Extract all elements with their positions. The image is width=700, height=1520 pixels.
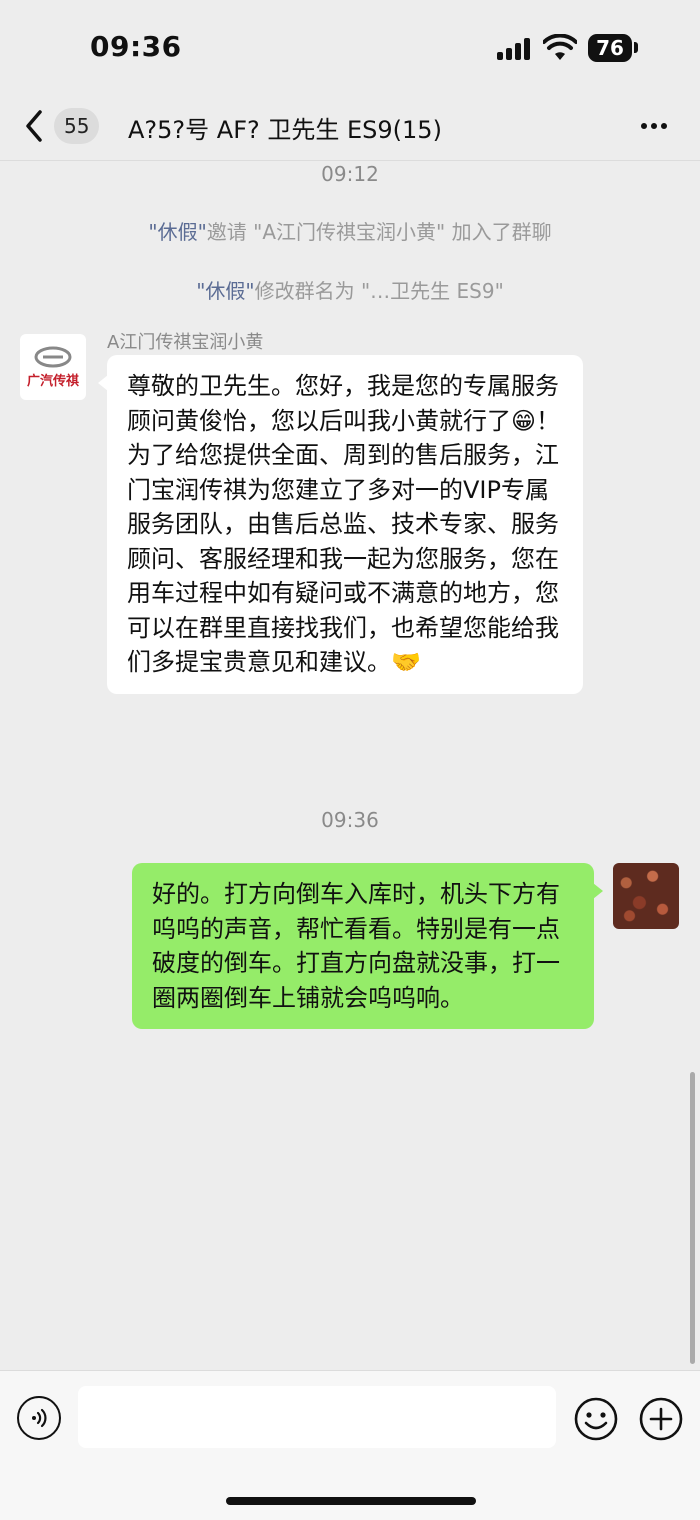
sender-name: A江门传祺宝润小黄 [107, 332, 264, 353]
battery-tip [634, 42, 638, 53]
more-button[interactable] [634, 106, 674, 146]
back-button[interactable]: 55 [20, 104, 110, 148]
chevron-left-icon [26, 110, 42, 142]
system-message: "休假"修改群名为 "…卫先生 ES9" [0, 275, 700, 304]
voice-icon [32, 1408, 47, 1428]
battery-icon: 76 [588, 34, 632, 62]
message-input[interactable] [78, 1386, 556, 1448]
signal-icon [497, 38, 533, 60]
system-actor[interactable]: "休假" [196, 279, 254, 303]
chat-header: 55 A?5?号 AF? 卫先生 ES9(15) [0, 96, 700, 161]
unread-count-badge: 55 [54, 108, 100, 144]
gac-logo-icon [34, 346, 72, 367]
emoji-icon[interactable] [573, 1396, 619, 1442]
incoming-message-bubble[interactable]: 尊敬的卫先生。您好，我是您的专属服务顾问黄俊怡，您以后叫我小黄就行了😁！为了给您… [98, 355, 583, 694]
status-time: 09:36 [90, 30, 182, 63]
plus-icon[interactable] [638, 1396, 684, 1442]
outgoing-message-bubble[interactable]: 好的。打方向倒车入库时，机头下方有呜呜的声音，帮忙看看。特别是有一点破度的倒车。… [132, 863, 603, 1029]
system-actor[interactable]: "休假" [148, 220, 206, 244]
status-bar: 09:36 76 [0, 0, 700, 96]
avatar[interactable]: 广汽传祺 [20, 334, 86, 400]
home-indicator [226, 1497, 476, 1505]
voice-button[interactable] [17, 1396, 61, 1440]
timestamp: 09:36 [321, 808, 379, 832]
scrollbar[interactable] [690, 1072, 695, 1364]
system-message: "休假"邀请 "A江门传祺宝润小黄" 加入了群聊 [0, 216, 700, 245]
avatar[interactable] [613, 863, 679, 929]
system-text: 修改群名为 "…卫先生 ES9" [254, 279, 504, 303]
avatar-logo-text: 广汽传祺 [26, 373, 79, 389]
ellipsis-icon [641, 123, 647, 129]
input-bar [0, 1370, 700, 1520]
system-text: 邀请 "A江门传祺宝润小黄" 加入了群聊 [206, 220, 552, 244]
chat-title: A?5?号 AF? 卫先生 ES9(15) [128, 116, 442, 144]
wifi-icon [543, 34, 577, 60]
timestamp: 09:12 [321, 162, 379, 186]
